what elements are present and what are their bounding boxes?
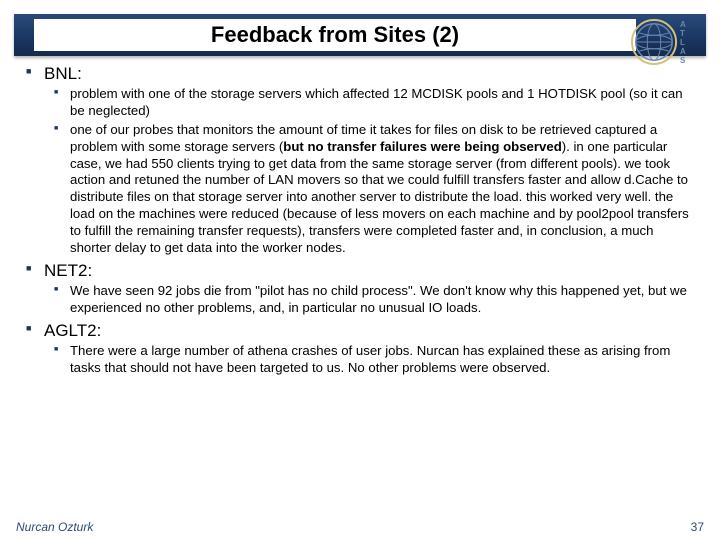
text-bold: but no transfer failures were being obse… xyxy=(283,139,561,154)
logo-letters: A T L A S xyxy=(680,20,686,65)
section-bnl: BNL: problem with one of the storage ser… xyxy=(24,64,696,257)
globe-icon xyxy=(630,18,678,66)
logo-letter: A xyxy=(680,47,686,56)
section-net2: NET2: We have seen 92 jobs die from "pil… xyxy=(24,261,696,317)
section-aglt2: AGLT2: There were a large number of athe… xyxy=(24,321,696,377)
logo-letter: A xyxy=(680,20,686,29)
logo-letter: L xyxy=(680,38,686,47)
text-run: ). in one particular case, we had 550 cl… xyxy=(70,139,689,255)
list-item: We have seen 92 jobs die from "pilot has… xyxy=(44,283,696,317)
title-bar: Feedback from Sites (2) A T L A S xyxy=(14,14,706,56)
list-item: problem with one of the storage servers … xyxy=(44,86,696,120)
atlas-logo: A T L A S xyxy=(630,18,698,66)
section-heading: BNL: xyxy=(44,64,82,83)
slide-title: Feedback from Sites (2) xyxy=(34,19,636,51)
section-heading: NET2: xyxy=(44,261,92,280)
footer: Nurcan Ozturk 37 xyxy=(16,520,704,534)
author-name: Nurcan Ozturk xyxy=(16,520,93,534)
list-item: There were a large number of athena cras… xyxy=(44,343,696,377)
list-item: one of our probes that monitors the amou… xyxy=(44,122,696,257)
slide: Feedback from Sites (2) A T L A S xyxy=(0,0,720,540)
page-number: 37 xyxy=(691,520,704,534)
slide-body: BNL: problem with one of the storage ser… xyxy=(24,64,696,512)
section-heading: AGLT2: xyxy=(44,321,101,340)
logo-letter: T xyxy=(680,29,686,38)
bullet-list: BNL: problem with one of the storage ser… xyxy=(24,64,696,376)
